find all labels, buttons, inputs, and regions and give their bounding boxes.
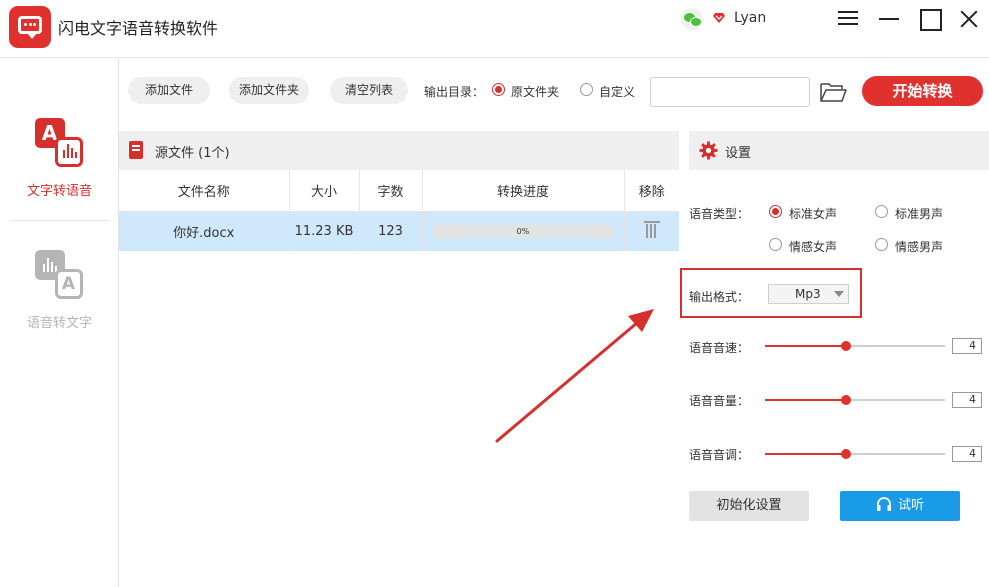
table-header-row: 文件名称 大小 字数 转换进度 移除 bbox=[119, 170, 679, 212]
add-file-button[interactable]: 添加文件 bbox=[128, 77, 210, 104]
file-name-cell: 你好.docx bbox=[119, 211, 290, 251]
source-files-title: 源文件 (1个) bbox=[155, 146, 230, 161]
vip-heart-icon bbox=[713, 13, 725, 23]
column-header-size: 大小 bbox=[289, 170, 360, 212]
app-logo-icon bbox=[9, 6, 51, 48]
start-convert-button[interactable]: 开始转换 bbox=[862, 76, 983, 106]
listen-button-label: 试听 bbox=[897, 498, 924, 513]
output-dir-label: 输出目录： bbox=[424, 85, 485, 99]
progress-bar: 0% bbox=[433, 224, 613, 238]
wechat-icon[interactable] bbox=[681, 8, 703, 30]
voice-emotional-female-label: 情感女声 bbox=[789, 240, 838, 254]
source-folder-label: 原文件夹 bbox=[511, 85, 560, 99]
column-header-progress: 转换进度 bbox=[422, 170, 625, 212]
column-header-remove: 移除 bbox=[624, 170, 679, 212]
file-progress-cell: 0% bbox=[422, 211, 625, 251]
progress-text: 0% bbox=[516, 226, 530, 236]
volume-value[interactable]: 4 bbox=[952, 392, 982, 408]
table-row[interactable]: 你好.docx 11.23 KB 123 0% bbox=[119, 211, 679, 251]
custom-folder-radio[interactable] bbox=[580, 83, 593, 96]
maximize-icon[interactable] bbox=[919, 8, 942, 31]
sidebar-divider bbox=[10, 220, 109, 221]
clear-list-button[interactable]: 清空列表 bbox=[330, 77, 408, 104]
voice-standard-female-radio[interactable] bbox=[769, 205, 782, 218]
add-folder-button[interactable]: 添加文件夹 bbox=[229, 77, 309, 104]
gear-icon bbox=[699, 141, 718, 160]
file-table: 文件名称 大小 字数 转换进度 移除 你好.docx 11.23 KB 123 … bbox=[119, 170, 679, 251]
voice-emotional-male-label: 情感男声 bbox=[895, 240, 944, 254]
speed-slider[interactable] bbox=[765, 341, 945, 351]
title-bar: 闪电文字语音转换软件 Lyan bbox=[0, 0, 989, 58]
file-size-cell: 11.23 KB bbox=[289, 211, 360, 251]
volume-slider[interactable] bbox=[765, 395, 945, 405]
voice-standard-female-label: 标准女声 bbox=[789, 207, 838, 221]
pitch-value[interactable]: 4 bbox=[952, 446, 982, 462]
volume-slider-thumb[interactable] bbox=[841, 395, 851, 405]
voice-type-label: 语音类型： bbox=[689, 207, 750, 221]
voice-standard-male-radio[interactable] bbox=[875, 205, 888, 218]
voice-standard-male-label: 标准男声 bbox=[895, 207, 944, 221]
speed-value[interactable]: 4 bbox=[952, 338, 982, 354]
settings-header: 设置 bbox=[689, 131, 989, 170]
file-remove-cell bbox=[624, 211, 679, 251]
sidebar-item-label: 文字转语音 bbox=[26, 184, 92, 199]
output-format-label: 输出格式： bbox=[689, 290, 750, 304]
headphone-icon bbox=[876, 496, 891, 511]
speech-to-text-icon: A bbox=[34, 250, 85, 302]
sidebar-item-label: 语音转文字 bbox=[26, 316, 92, 331]
app-title: 闪电文字语音转换软件 bbox=[58, 19, 219, 38]
pitch-label: 语音音调： bbox=[689, 448, 750, 462]
reset-settings-button[interactable]: 初始化设置 bbox=[689, 491, 809, 521]
voice-emotional-female-radio[interactable] bbox=[769, 238, 782, 251]
sidebar-item-text-to-speech[interactable]: A 文字转语音 bbox=[0, 118, 119, 199]
source-folder-radio[interactable] bbox=[492, 83, 505, 96]
listen-button[interactable]: 试听 bbox=[840, 491, 960, 521]
pitch-slider[interactable] bbox=[765, 449, 945, 459]
voice-emotional-male-radio[interactable] bbox=[875, 238, 888, 251]
sidebar: A 文字转语音 A 语音转文字 bbox=[0, 58, 119, 587]
close-icon[interactable] bbox=[958, 8, 980, 30]
sidebar-item-speech-to-text[interactable]: A 语音转文字 bbox=[0, 250, 119, 331]
file-chars-cell: 123 bbox=[359, 211, 423, 251]
speed-label: 语音音速： bbox=[689, 341, 750, 355]
menu-icon[interactable] bbox=[838, 8, 860, 30]
custom-folder-label: 自定义 bbox=[599, 85, 636, 99]
source-files-header: 源文件 (1个) bbox=[119, 131, 679, 170]
trash-icon[interactable] bbox=[643, 220, 660, 239]
output-path-input[interactable] bbox=[650, 77, 810, 107]
minimize-icon[interactable] bbox=[878, 8, 900, 30]
username[interactable]: Lyan bbox=[734, 10, 766, 26]
column-header-chars: 字数 bbox=[359, 170, 423, 212]
volume-label: 语音音量： bbox=[689, 394, 750, 408]
settings-title: 设置 bbox=[725, 146, 752, 161]
pitch-slider-thumb[interactable] bbox=[841, 449, 851, 459]
file-list-icon bbox=[129, 141, 143, 159]
output-format-select[interactable]: Mp3 bbox=[768, 284, 849, 304]
speed-slider-thumb[interactable] bbox=[841, 341, 851, 351]
text-to-speech-icon: A bbox=[34, 118, 85, 170]
folder-open-icon[interactable] bbox=[820, 82, 847, 102]
column-header-name: 文件名称 bbox=[119, 170, 290, 212]
